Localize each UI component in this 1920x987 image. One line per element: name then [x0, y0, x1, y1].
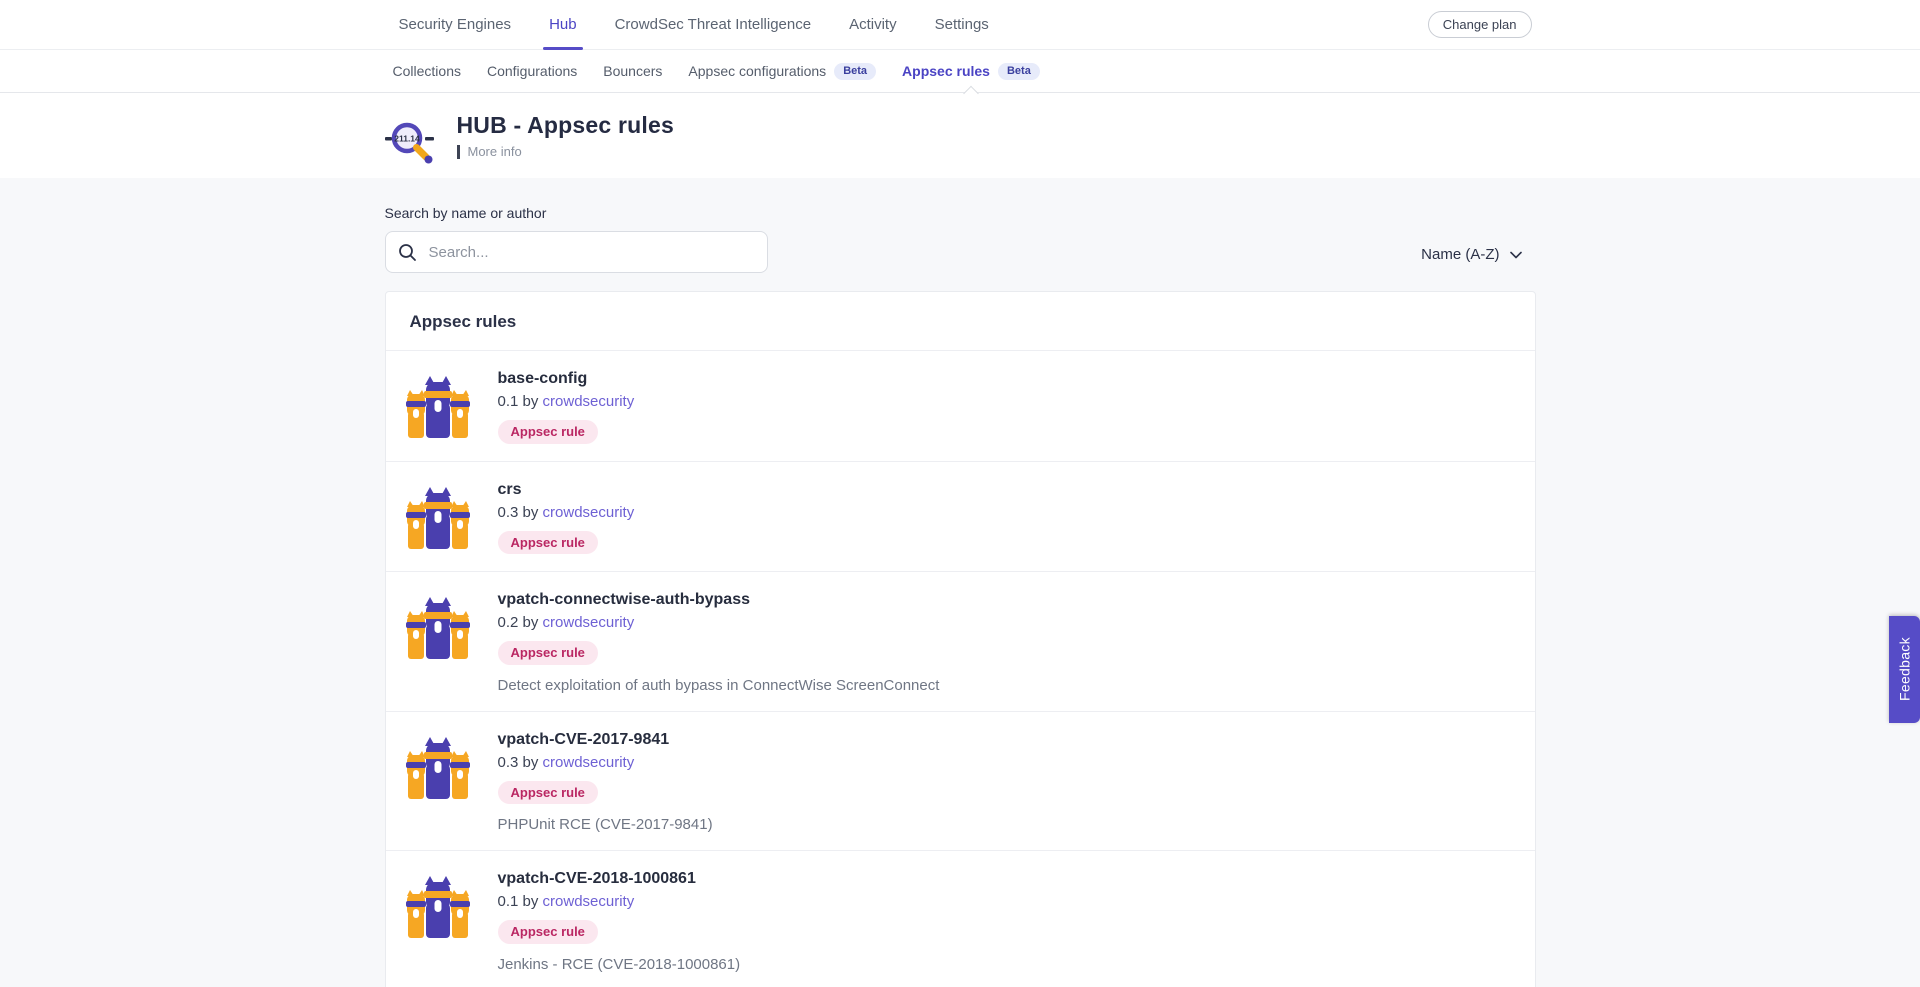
sort-label: Name (A-Z) [1421, 246, 1499, 263]
beta-badge: Beta [998, 63, 1040, 80]
rule-meta: 0.1 by crowdsecurity [498, 893, 1511, 910]
more-info-link[interactable]: More info [468, 144, 522, 159]
rule-version: 0.1 by [498, 893, 543, 910]
rule-version: 0.3 by [498, 754, 543, 771]
tab-collections[interactable]: Collections [393, 50, 461, 92]
rule-type-badge: Appsec rule [498, 420, 598, 444]
page-header: 211.14 HUB - Appsec rules More info [0, 93, 1920, 178]
rule-name[interactable]: vpatch-CVE-2018-1000861 [498, 870, 1511, 888]
rule-type-badge: Appsec rule [498, 641, 598, 665]
more-info-divider [457, 145, 460, 159]
rule-author-link[interactable]: crowdsecurity [543, 393, 635, 410]
main-content: Search by name or author Name (A-Z) Apps… [385, 205, 1536, 987]
rule-name[interactable]: base-config [498, 370, 1511, 388]
tab-label: Bouncers [603, 63, 662, 79]
crowdsec-llama-icon [406, 735, 470, 799]
rule-author-link[interactable]: crowdsecurity [543, 893, 635, 910]
card-title: Appsec rules [386, 292, 1535, 351]
rule-type-badge: Appsec rule [498, 531, 598, 555]
svg-text:211.14: 211.14 [394, 133, 420, 143]
rule-description: PHPUnit RCE (CVE-2017-9841) [498, 816, 1511, 833]
list-item[interactable]: crs 0.3 by crowdsecurity Appsec rule [386, 462, 1535, 573]
tab-appsec-configurations[interactable]: Appsec configurations Beta [688, 50, 876, 92]
chevron-down-icon [1510, 251, 1522, 259]
rule-version: 0.2 by [498, 614, 543, 631]
search-icon [398, 243, 417, 262]
tab-configurations[interactable]: Configurations [487, 50, 577, 92]
rule-name[interactable]: vpatch-CVE-2017-9841 [498, 731, 1511, 749]
search-label: Search by name or author [385, 205, 768, 221]
tab-bouncers[interactable]: Bouncers [603, 50, 662, 92]
rule-meta: 0.2 by crowdsecurity [498, 614, 1511, 631]
top-navigation: Security Engines Hub CrowdSec Threat Int… [0, 0, 1920, 50]
tab-appsec-rules[interactable]: Appsec rules Beta [902, 50, 1040, 92]
nav-activity[interactable]: Activity [849, 0, 897, 49]
nav-settings[interactable]: Settings [935, 0, 989, 49]
rule-author-link[interactable]: crowdsecurity [543, 614, 635, 631]
rule-author-link[interactable]: crowdsecurity [543, 504, 635, 521]
beta-badge: Beta [834, 63, 876, 80]
rule-version: 0.3 by [498, 504, 543, 521]
crowdsec-llama-icon [406, 874, 470, 938]
rule-meta: 0.3 by crowdsecurity [498, 504, 1511, 521]
sort-dropdown[interactable]: Name (A-Z) [1421, 246, 1535, 263]
hub-sub-navigation: Collections Configurations Bouncers Apps… [0, 50, 1920, 93]
tab-label: Configurations [487, 63, 577, 79]
nav-security-engines[interactable]: Security Engines [399, 0, 512, 49]
change-plan-button[interactable]: Change plan [1428, 11, 1532, 38]
rule-meta: 0.3 by crowdsecurity [498, 754, 1511, 771]
list-item[interactable]: vpatch-CVE-2017-9841 0.3 by crowdsecurit… [386, 712, 1535, 852]
magnifier-over-ip-icon: 211.14 [385, 114, 439, 164]
rule-description: Detect exploitation of auth bypass in Co… [498, 677, 1511, 694]
rule-author-link[interactable]: crowdsecurity [543, 754, 635, 771]
rule-name[interactable]: vpatch-connectwise-auth-bypass [498, 591, 1511, 609]
rule-version: 0.1 by [498, 393, 543, 410]
nav-crowdsec-threat-intelligence[interactable]: CrowdSec Threat Intelligence [615, 0, 812, 49]
appsec-rules-card: Appsec rules base-config 0.1 by crowdsec… [385, 291, 1536, 987]
rule-name[interactable]: crs [498, 481, 1511, 499]
rule-description: Jenkins - RCE (CVE-2018-1000861) [498, 956, 1511, 973]
crowdsec-llama-icon [406, 595, 470, 659]
page-title: HUB - Appsec rules [457, 112, 674, 139]
tab-label: Collections [393, 63, 461, 79]
feedback-button[interactable]: Feedback [1889, 616, 1920, 723]
nav-hub[interactable]: Hub [549, 0, 577, 49]
rule-meta: 0.1 by crowdsecurity [498, 393, 1511, 410]
search-box[interactable] [385, 231, 768, 273]
rule-type-badge: Appsec rule [498, 781, 598, 805]
list-item[interactable]: base-config 0.1 by crowdsecurity Appsec … [386, 351, 1535, 462]
crowdsec-llama-icon [406, 485, 470, 549]
search-input[interactable] [429, 244, 755, 261]
rule-type-badge: Appsec rule [498, 920, 598, 944]
tab-label: Appsec rules [902, 63, 990, 79]
list-item[interactable]: vpatch-connectwise-auth-bypass 0.2 by cr… [386, 572, 1535, 712]
tab-label: Appsec configurations [688, 63, 826, 79]
list-item[interactable]: vpatch-CVE-2018-1000861 0.1 by crowdsecu… [386, 851, 1535, 987]
crowdsec-llama-icon [406, 374, 470, 438]
